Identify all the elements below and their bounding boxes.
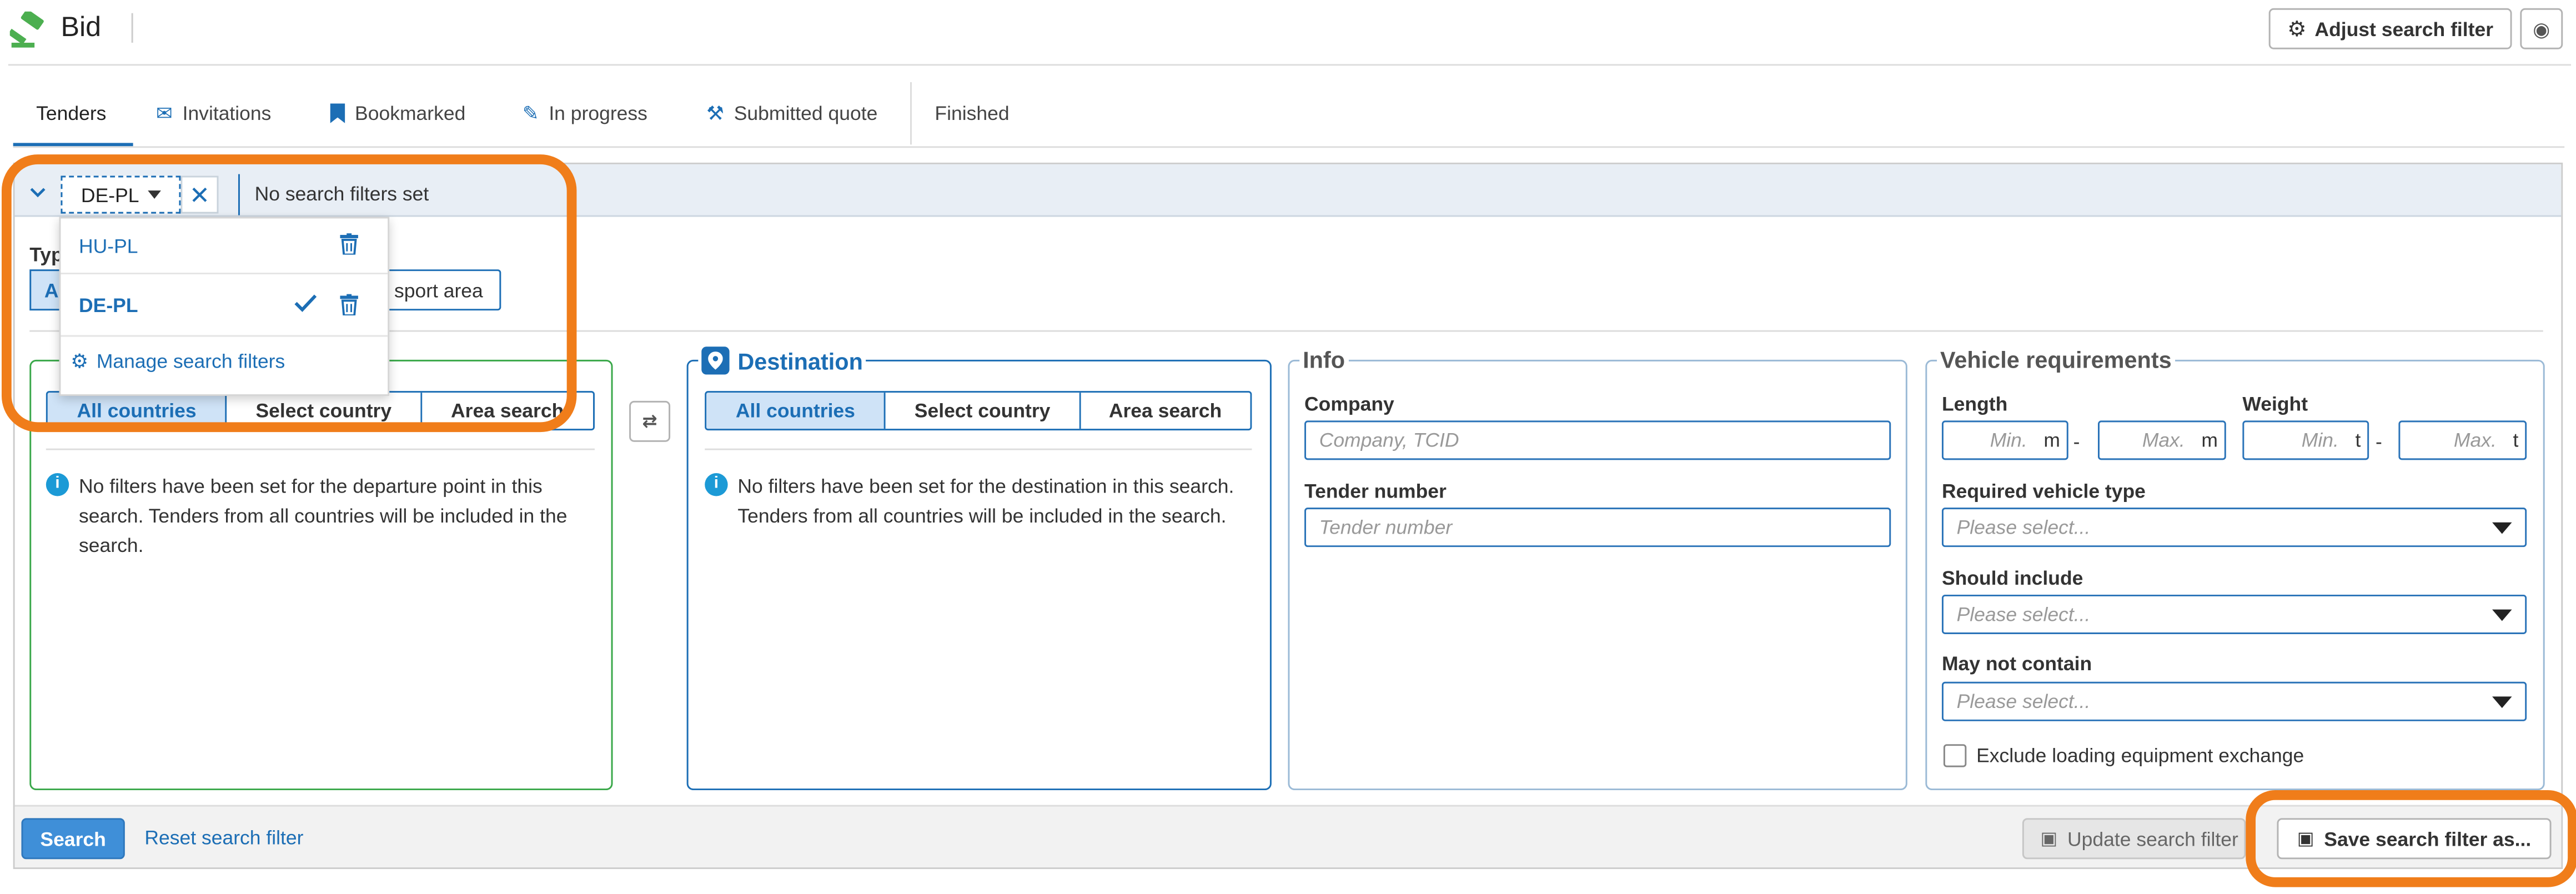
tab-tenders[interactable]: Tenders xyxy=(36,102,106,124)
pencil-icon: ✎ xyxy=(522,102,539,125)
weight-max-input[interactable]: Max. t xyxy=(2398,420,2527,460)
required-vehicle-type-label: Required vehicle type xyxy=(1941,479,2146,503)
destination-legend: Destination xyxy=(698,346,866,375)
highlight-save-button xyxy=(2246,790,2576,887)
destination-segmented-control: All countries Select country Area search xyxy=(705,391,1252,431)
may-not-contain-select[interactable]: Please select... xyxy=(1941,681,2527,721)
tab-divider xyxy=(910,82,912,145)
dropdown-arrow-icon xyxy=(2492,696,2512,709)
length-min-input[interactable]: Min. m xyxy=(1941,420,2068,460)
tender-number-label: Tender number xyxy=(1304,479,1447,503)
location-pin-icon xyxy=(701,346,730,375)
swap-direction-button[interactable]: ⇄ xyxy=(629,400,671,442)
length-dash: - xyxy=(2073,430,2080,454)
company-label: Company xyxy=(1304,393,1394,416)
fingerprint-icon: ◉ xyxy=(2533,17,2550,41)
departure-info: i No filters have been set for the depar… xyxy=(46,471,588,560)
tabs-baseline xyxy=(13,146,2565,148)
info-icon: i xyxy=(46,473,69,496)
length-max-input[interactable]: Max. m xyxy=(2098,420,2226,460)
should-include-select[interactable]: Please select... xyxy=(1941,594,2527,634)
save-icon: ▣ xyxy=(2040,830,2058,850)
app-logo-icon xyxy=(8,9,49,48)
departure-separator xyxy=(46,448,595,450)
title-divider xyxy=(131,13,133,43)
info-legend: Info xyxy=(1299,346,1348,373)
header-divider xyxy=(8,64,2572,66)
tab-submitted-quote[interactable]: ⚒ Submitted quote xyxy=(706,102,877,124)
envelope-icon: ✉ xyxy=(156,102,173,125)
reset-search-filter-link[interactable]: Reset search filter xyxy=(144,826,303,849)
destination-area-search[interactable]: Area search xyxy=(1080,393,1251,429)
bookmark-icon xyxy=(330,103,345,123)
vehicle-legend: Vehicle requirements xyxy=(1937,346,2175,373)
gear-icon: ⚙ xyxy=(2287,16,2307,41)
adjust-search-filter-button[interactable]: ⚙ Adjust search filter xyxy=(2268,8,2512,49)
company-input[interactable]: Company, TCID xyxy=(1304,420,1891,460)
exclude-exchange-label: Exclude loading equipment exchange xyxy=(1976,744,2304,767)
destination-all-countries[interactable]: All countries xyxy=(706,393,886,429)
update-search-filter-button[interactable]: ▣ Update search filter xyxy=(2022,818,2246,860)
may-not-contain-label: May not contain xyxy=(1941,652,2092,675)
weight-label: Weight xyxy=(2242,393,2308,416)
search-button[interactable]: Search xyxy=(21,818,125,860)
weight-min-input[interactable]: Min. t xyxy=(2242,420,2369,460)
highlight-filter-dropdown xyxy=(1,154,577,433)
dropdown-arrow-icon xyxy=(2492,609,2512,621)
tender-number-input[interactable]: Tender number xyxy=(1304,508,1891,548)
info-icon: i xyxy=(705,473,728,496)
gavel-icon: ⚒ xyxy=(706,102,725,125)
destination-info: i No filters have been set for the desti… xyxy=(705,471,1260,531)
required-vehicle-type-select[interactable]: Please select... xyxy=(1941,508,2527,548)
weight-dash: - xyxy=(2375,430,2382,454)
length-label: Length xyxy=(1941,393,2008,416)
page-title: Bid xyxy=(61,11,102,43)
destination-select-country[interactable]: Select country xyxy=(886,393,1081,429)
swap-icon: ⇄ xyxy=(642,412,657,433)
tab-bookmarked[interactable]: Bookmarked xyxy=(330,102,465,125)
should-include-label: Should include xyxy=(1941,566,2083,590)
exclude-exchange-checkbox[interactable] xyxy=(1943,744,1967,767)
dropdown-arrow-icon xyxy=(2492,522,2512,534)
tab-in-progress[interactable]: ✎ In progress xyxy=(523,102,647,124)
help-button[interactable]: ◉ xyxy=(2520,8,2563,49)
tab-invitations[interactable]: ✉ Invitations xyxy=(156,102,271,124)
tab-finished[interactable]: Finished xyxy=(935,102,1009,124)
destination-separator xyxy=(705,448,1252,450)
